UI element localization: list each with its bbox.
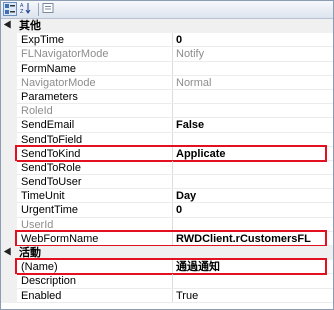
column-divider[interactable] <box>172 118 173 133</box>
column-divider[interactable] <box>172 33 173 48</box>
property-grid: A Z 其他 ExpTime 0 FLNavigatorMode Notify Form… <box>0 0 334 310</box>
column-divider[interactable] <box>172 231 173 246</box>
column-divider[interactable] <box>172 47 173 62</box>
property-row[interactable]: WebFormName RWDClient.rCustomersFL <box>1 229 333 247</box>
property-name: ExpTime <box>21 34 64 47</box>
alphabetical-icon[interactable]: A Z <box>20 2 34 16</box>
row-gutter <box>1 288 17 303</box>
property-name: RoleId <box>21 105 53 118</box>
column-divider[interactable] <box>172 132 173 147</box>
row-gutter <box>1 274 17 289</box>
category-label: 活動 <box>19 246 41 259</box>
property-name: NavigatorMode <box>21 76 96 89</box>
row-gutter <box>1 33 17 48</box>
row-gutter <box>1 260 17 275</box>
property-grid-body: 其他 ExpTime 0 FLNavigatorMode Notify FormName… <box>1 19 333 303</box>
property-row[interactable]: SendEmail False <box>1 118 333 133</box>
row-gutter <box>1 75 17 90</box>
row-gutter <box>1 61 17 76</box>
property-name: WebFormName <box>21 232 99 245</box>
column-divider[interactable] <box>172 160 173 176</box>
column-divider[interactable] <box>172 260 173 275</box>
property-name: (Name) <box>21 261 58 274</box>
svg-text:Z: Z <box>20 9 24 14</box>
property-name: UrgentTime <box>21 204 79 217</box>
property-row[interactable]: FormName <box>1 61 333 76</box>
property-row[interactable]: ExpTime 0 <box>1 33 333 48</box>
property-name: TimeUnit <box>21 190 65 203</box>
property-name: SendToUser <box>21 176 82 189</box>
property-name: FLNavigatorMode <box>21 48 109 61</box>
property-row[interactable]: UserId <box>1 217 333 232</box>
column-divider[interactable] <box>172 75 173 90</box>
property-value[interactable]: Day <box>176 189 332 203</box>
column-divider[interactable] <box>172 104 173 119</box>
category-header[interactable]: 其他 <box>1 19 333 34</box>
row-gutter <box>1 89 17 105</box>
categorized-icon[interactable] <box>3 2 17 16</box>
property-name: FormName <box>21 62 77 75</box>
property-value[interactable]: Applicate <box>176 147 332 161</box>
property-name: Enabled <box>21 289 62 302</box>
row-gutter <box>1 231 17 246</box>
property-value[interactable]: 0 <box>176 33 332 47</box>
column-divider[interactable] <box>172 203 173 218</box>
property-row[interactable]: (Name) 通過通知 <box>1 258 333 276</box>
property-row[interactable]: TimeUnit Day <box>1 189 333 204</box>
row-gutter <box>1 132 17 147</box>
property-value[interactable]: True <box>176 289 332 303</box>
column-divider[interactable] <box>172 274 173 289</box>
property-row[interactable]: SendToRole <box>1 160 333 176</box>
toolbar-separator <box>38 3 39 16</box>
column-divider[interactable] <box>172 288 173 303</box>
property-name: SendEmail <box>21 119 75 132</box>
category-header[interactable]: 活動 <box>1 246 333 261</box>
property-name: SendToRole <box>21 161 81 174</box>
property-value[interactable]: RWDClient.rCustomersFL <box>176 232 332 246</box>
row-gutter <box>1 118 17 133</box>
column-divider[interactable] <box>172 146 173 161</box>
property-value[interactable]: Normal <box>176 76 332 90</box>
property-grid-toolbar: A Z <box>1 1 333 19</box>
property-name: Description <box>21 275 77 288</box>
property-pages-icon[interactable] <box>42 2 56 16</box>
property-row[interactable]: UrgentTime 0 <box>1 203 333 218</box>
property-row[interactable]: SendToField <box>1 132 333 147</box>
property-row[interactable]: FLNavigatorMode Notify <box>1 47 333 62</box>
row-gutter <box>1 175 17 190</box>
property-name: SendToKind <box>21 147 81 160</box>
property-row[interactable]: NavigatorMode Normal <box>1 75 333 90</box>
property-value[interactable]: Notify <box>176 47 332 61</box>
row-gutter <box>1 47 17 62</box>
property-value[interactable]: 通過通知 <box>176 260 332 274</box>
column-divider[interactable] <box>172 175 173 190</box>
row-gutter <box>1 104 17 119</box>
property-row[interactable]: Enabled True <box>1 288 333 303</box>
property-row[interactable]: Description <box>1 274 333 289</box>
column-divider[interactable] <box>172 217 173 232</box>
column-divider[interactable] <box>172 89 173 105</box>
column-divider[interactable] <box>172 61 173 76</box>
property-name: UserId <box>21 218 54 231</box>
column-divider[interactable] <box>172 189 173 204</box>
property-name: SendToField <box>21 133 83 146</box>
row-separator <box>17 301 333 303</box>
row-gutter <box>1 189 17 204</box>
property-value[interactable]: False <box>176 118 332 132</box>
property-row[interactable]: SendToKind Applicate <box>1 144 333 162</box>
property-name: Parameters <box>21 90 78 103</box>
property-row[interactable]: RoleId <box>1 104 333 119</box>
row-gutter <box>1 160 17 176</box>
property-row[interactable]: Parameters <box>1 89 333 105</box>
row-gutter <box>1 203 17 218</box>
row-gutter <box>1 217 17 232</box>
property-value[interactable]: 0 <box>176 203 332 217</box>
row-gutter <box>1 146 17 161</box>
category-label: 其他 <box>19 19 41 32</box>
property-row[interactable]: SendToUser <box>1 175 333 190</box>
